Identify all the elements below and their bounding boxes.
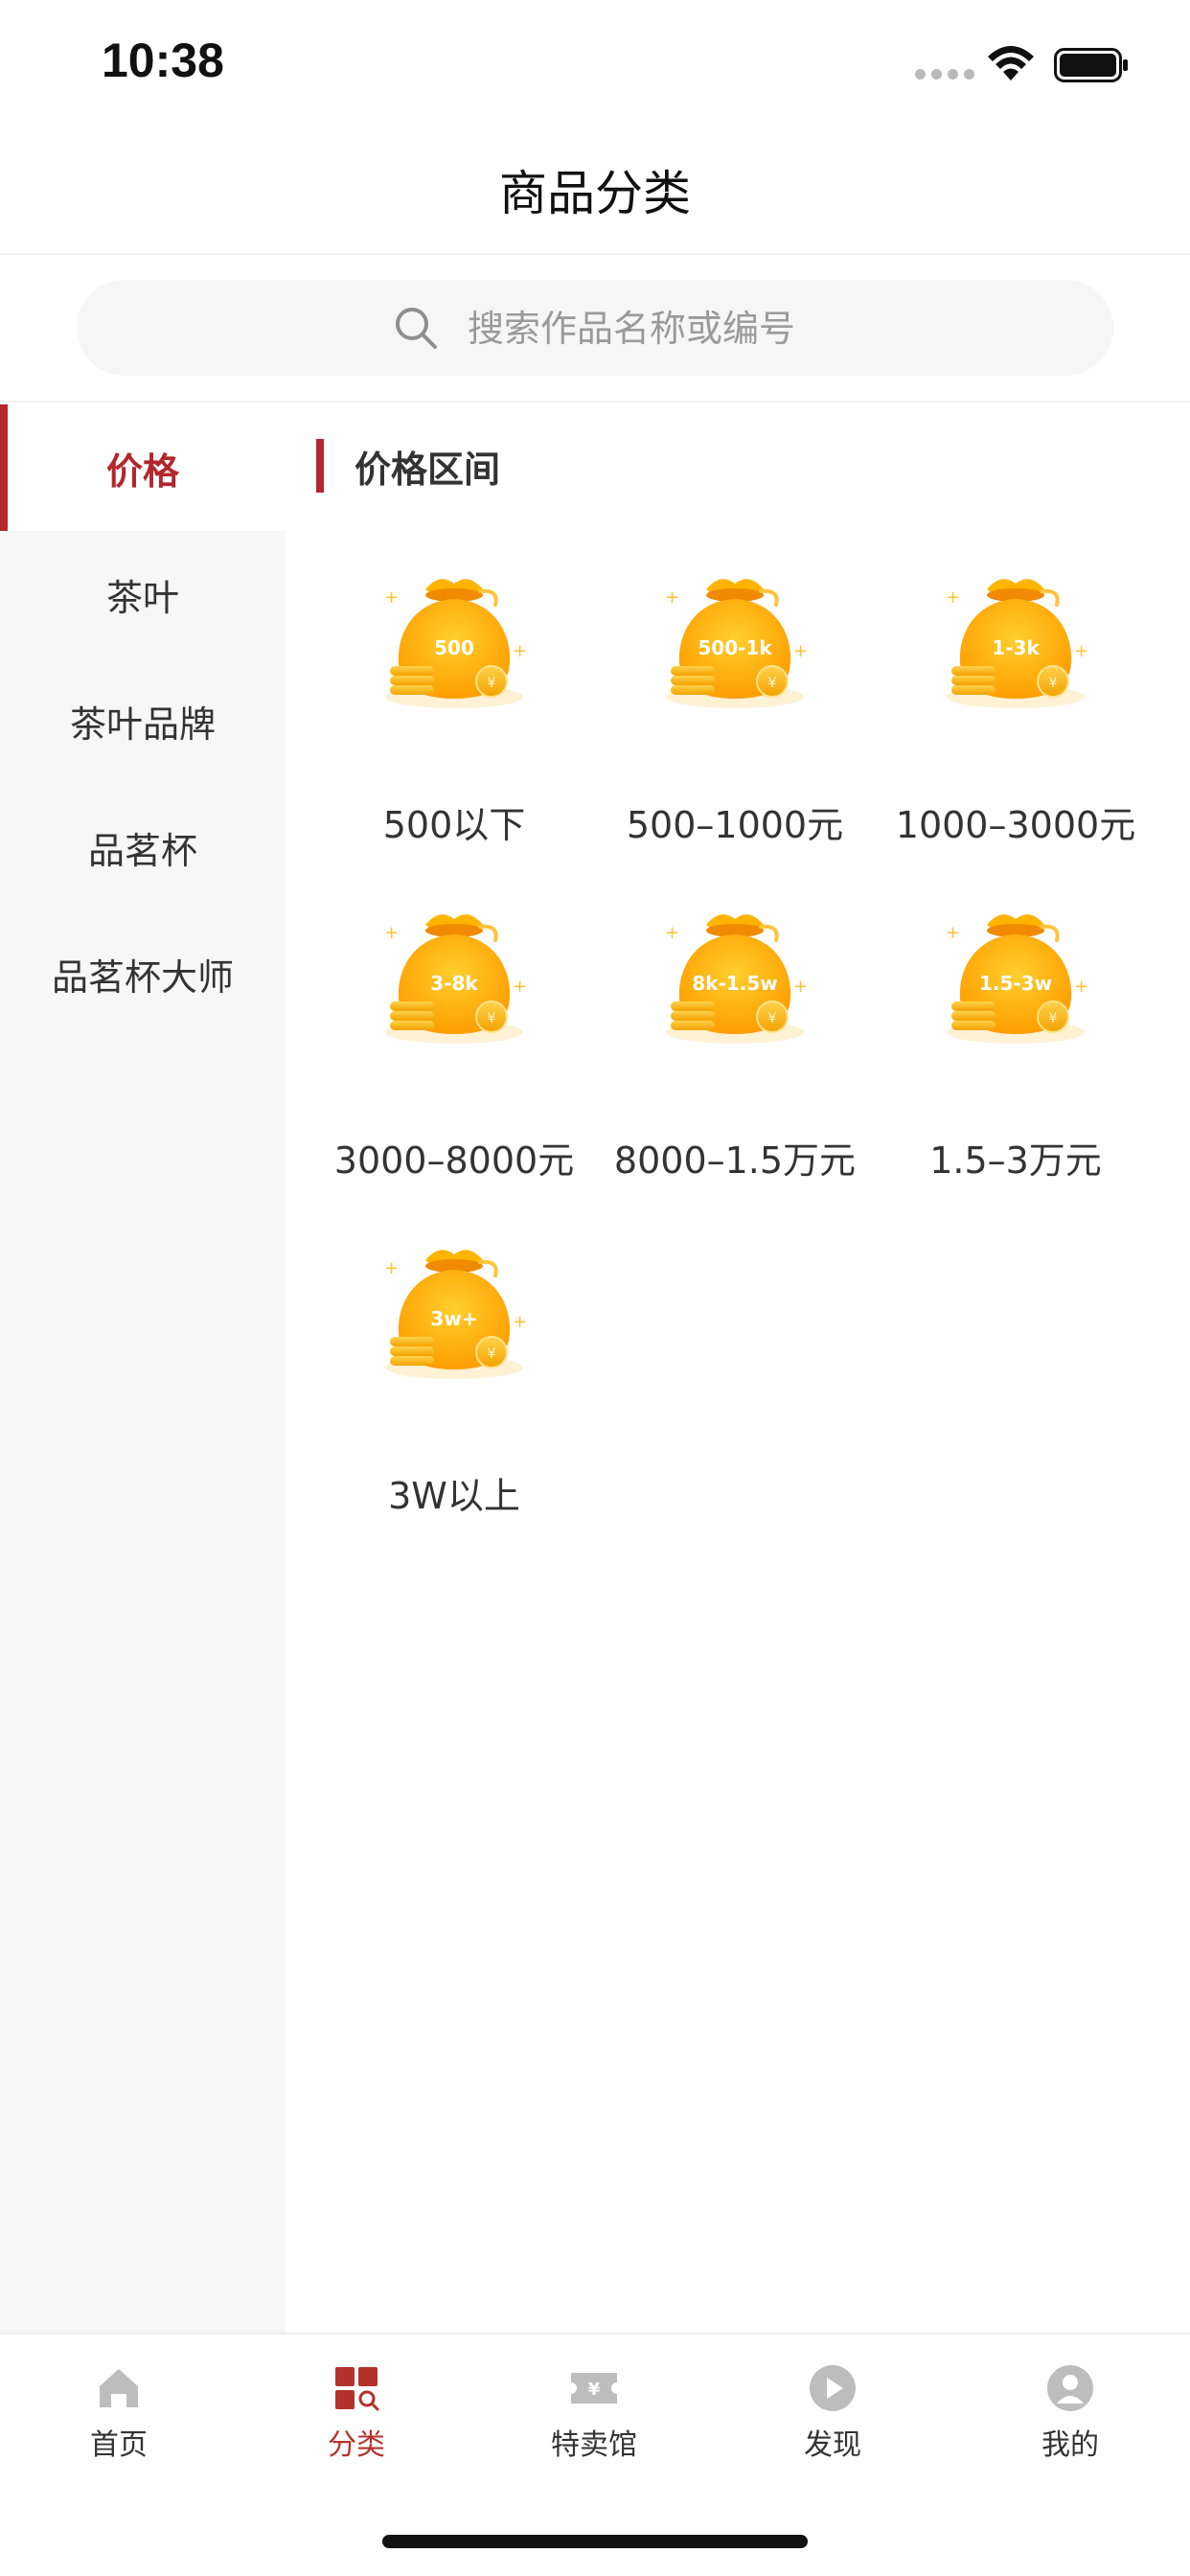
sidebar-item-price[interactable]: 价格 [0,404,286,531]
price-range-tile[interactable]: 500-1k 500–1000元 [595,563,875,898]
section-header: 价格区间 [316,439,500,493]
money-bag-icon: 1-3k [944,577,1091,710]
tab-discover[interactable]: 发现 [714,2363,951,2478]
tab-profile[interactable]: 我的 [951,2363,1189,2478]
price-range-tile[interactable]: 3-8k 3000–8000元 [314,898,594,1233]
sidebar-item-label: 品茗杯 [87,829,197,872]
price-range-tile[interactable]: 1-3k 1000–3000元 [876,563,1156,898]
money-bag-icon: 3-8k [382,912,530,1046]
tile-badge: 8k-1.5w [692,972,777,995]
tile-label: 8000–1.5万元 [613,1139,857,1182]
cellular-dots-icon [915,69,974,80]
home-indicator [382,2535,808,2548]
search-icon [396,308,437,349]
svg-text:¥: ¥ [588,2380,601,2400]
status-time: 10:38 [102,34,224,87]
category-content: 价格区间 500 500以下 500-1k 500–1000元 1-3k 100… [286,404,1190,2333]
tab-label: 首页 [90,2428,148,2462]
money-bag-icon: 8k-1.5w [663,912,811,1046]
tile-badge: 3w+ [430,1307,477,1330]
price-range-tile[interactable]: 3w+ 3W以上 [314,1233,594,1569]
tile-badge: 500-1k [698,636,772,659]
tab-label: 特卖馆 [551,2428,637,2462]
tile-label: 500以下 [382,804,526,846]
app-screen: 10:38 商品分类 搜索作品名称或编号 价格 茶叶 茶叶品牌 品茗杯 品茗杯大… [0,0,1190,2576]
sidebar-item-tasting-cup[interactable]: 品茗杯 [0,784,286,910]
nav-header: 商品分类 [0,126,1190,255]
search-input[interactable]: 搜索作品名称或编号 [77,280,1113,376]
price-range-tile[interactable]: 500 500以下 [314,563,594,898]
ticket-icon: ¥ [571,2373,617,2404]
sidebar-item-label: 品茗杯大师 [51,955,234,999]
tab-label: 我的 [1041,2428,1099,2462]
price-range-tile[interactable]: 1.5-3w 1.5–3万元 [876,898,1156,1233]
tile-badge: 1.5-3w [979,972,1052,995]
search-area: 搜索作品名称或编号 [0,255,1190,402]
sidebar-item-tea-brand[interactable]: 茶叶品牌 [0,657,286,784]
tile-label: 500–1000元 [626,804,844,846]
section-title: 价格区间 [355,448,501,491]
money-bag-icon: 3w+ [382,1248,530,1381]
sidebar-item-label: 价格 [105,449,179,493]
price-range-tile[interactable]: 8k-1.5w 8000–1.5万元 [595,898,875,1233]
wifi-icon [988,46,1034,80]
tile-label: 3W以上 [388,1475,520,1517]
battery-icon [1054,48,1128,82]
category-sidebar: 价格 茶叶 茶叶品牌 品茗杯 品茗杯大师 [0,404,286,2333]
tile-badge: 3-8k [430,972,478,995]
sidebar-item-tea[interactable]: 茶叶 [0,531,286,657]
category-icon [335,2367,379,2411]
money-bag-icon: 500 [382,577,530,710]
sidebar-item-label: 茶叶品牌 [69,702,216,746]
tile-label: 3000–8000元 [333,1139,575,1182]
tab-category[interactable]: 分类 [238,2363,475,2478]
tab-special-sale[interactable]: ¥ 特卖馆 [475,2363,713,2478]
tab-home[interactable]: 首页 [0,2363,238,2478]
status-bar: 10:38 [0,0,1190,126]
sidebar-item-label: 茶叶 [105,576,179,619]
money-bag-icon: 500-1k [663,577,811,710]
sidebar-item-cup-master[interactable]: 品茗杯大师 [0,910,286,1037]
page-title: 商品分类 [499,166,691,221]
section-accent-bar [316,439,324,493]
tab-label: 发现 [804,2428,861,2462]
tile-badge: 500 [434,636,474,659]
tile-badge: 1-3k [992,636,1040,659]
home-icon [100,2369,138,2407]
play-icon [810,2365,856,2411]
user-icon [1047,2365,1093,2411]
search-placeholder: 搜索作品名称或编号 [468,308,796,350]
tile-label: 1.5–3万元 [929,1139,1102,1182]
tile-label: 1000–3000元 [895,804,1136,846]
money-bag-icon: 1.5-3w [944,912,1091,1046]
tab-label: 分类 [328,2428,385,2462]
